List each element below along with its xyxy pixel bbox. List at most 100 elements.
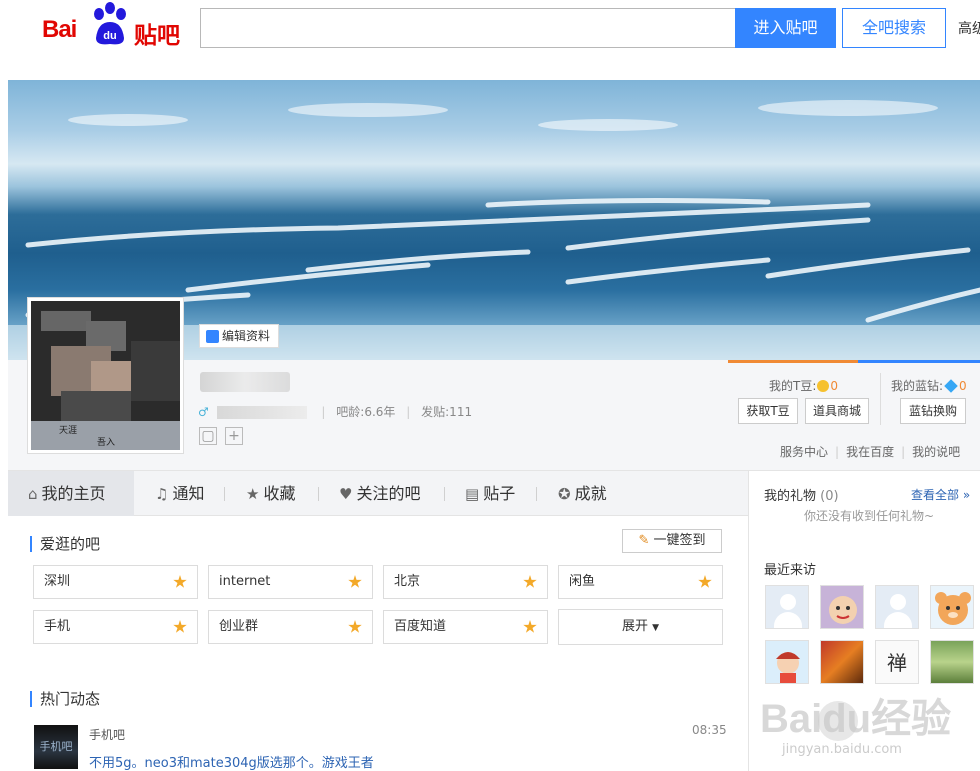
tdou-coin-icon — [817, 380, 830, 392]
medal-icon: ✪ — [558, 485, 571, 503]
tdou-balance: 我的T豆: 0 — [769, 377, 838, 394]
tab-my-home[interactable]: ⌂ 我的主页 — [8, 471, 134, 516]
pencil-icon: ✎ — [638, 533, 650, 548]
favorites-title: 爱逛的吧 — [30, 536, 100, 552]
tab-label: 成就 — [574, 484, 607, 503]
level-star-icon — [348, 575, 362, 588]
visitor-avatar[interactable]: 禅 — [875, 640, 919, 684]
home-icon: ⌂ — [28, 485, 38, 503]
watermark-url: jingyan.baidu.com — [782, 742, 902, 757]
forum-name: 深圳 — [44, 574, 71, 589]
visitor-avatar[interactable] — [820, 640, 864, 684]
forum-item[interactable]: 手机 — [33, 610, 198, 644]
divider — [536, 487, 537, 501]
baidu-tieba-logo[interactable]: Bai du 贴吧 — [42, 2, 182, 49]
forum-name: internet — [219, 574, 271, 589]
profile-badge-icons: ▢ + — [199, 427, 251, 445]
hot-feed-title: 热门动态 — [30, 691, 100, 707]
tdou-label: 我的T豆: — [769, 379, 817, 393]
logo-bai-text: Bai — [42, 16, 77, 43]
lanzuan-exchange-button[interactable]: 蓝钻换购 — [900, 398, 966, 424]
tab-label: 通知 — [172, 484, 205, 503]
gifts-count: (0) — [820, 489, 839, 504]
tab-label: 关注的吧 — [356, 484, 421, 503]
logo-tieba-text: 贴吧 — [134, 23, 180, 49]
forum-item[interactable]: 北京 — [383, 565, 548, 599]
badge-slot-icon[interactable]: ▢ — [199, 427, 217, 445]
username-blurred — [200, 372, 290, 392]
level-star-icon — [523, 620, 537, 633]
item-shop-button[interactable]: 道具商城 — [805, 398, 869, 424]
visitor-avatar[interactable] — [930, 640, 974, 684]
level-star-icon — [173, 620, 187, 633]
tab-notifications[interactable]: ♫ 通知 — [155, 471, 204, 516]
level-star-icon — [348, 620, 362, 633]
feed-headline-link[interactable]: 不用5g。neo3和mate304g版选那个。游戏王者 — [89, 752, 374, 771]
bear-icon — [935, 592, 971, 625]
divider — [880, 373, 881, 425]
tab-followed-forums[interactable]: ♥ 关注的吧 — [339, 471, 420, 516]
forum-item[interactable]: 深圳 — [33, 565, 198, 599]
lanzuan-balance: 我的蓝钻: 0 — [891, 377, 967, 394]
tab-label: 我的主页 — [41, 484, 106, 503]
avatar-caption-right: 吾入 — [97, 437, 115, 448]
forum-name: 手机 — [44, 619, 71, 634]
forum-name: 百度知道 — [394, 619, 447, 634]
divider — [318, 487, 319, 501]
lanzuan-label: 我的蓝钻: — [891, 379, 944, 393]
service-links: 服务中心 | 我在百度 | 我的说吧 — [780, 445, 961, 459]
edit-profile-label: 编辑资料 — [222, 329, 271, 343]
divider — [444, 487, 445, 501]
divider: | — [321, 405, 326, 419]
tab-favorites[interactable]: ★ 收藏 — [246, 471, 295, 516]
tab-posts[interactable]: ▤ 贴子 — [465, 471, 515, 516]
tab-label: 收藏 — [263, 484, 296, 503]
feed-source[interactable]: 手机吧 — [89, 726, 125, 743]
forum-name: 创业群 — [219, 619, 259, 634]
avatar[interactable]: 天涯 吾入 — [27, 297, 184, 454]
visitor-avatar[interactable] — [820, 585, 864, 629]
bell-icon: ♫ — [155, 485, 169, 503]
visitor-zen-text: 禅 — [887, 651, 907, 675]
gender-icon: ♂ — [198, 405, 209, 419]
add-badge-icon[interactable]: + — [225, 427, 243, 445]
one-click-sign-button[interactable]: ✎ 一键签到 — [622, 529, 722, 553]
see-all-gifts-link[interactable]: 查看全部 » — [911, 486, 970, 503]
blurred-field — [216, 406, 307, 419]
edit-profile-button[interactable]: 编辑资料 — [199, 324, 279, 348]
visitor-avatar[interactable] — [875, 585, 919, 629]
forum-item[interactable]: 闲鱼 — [558, 565, 723, 599]
visitor-avatar[interactable] — [930, 585, 974, 629]
visitor-avatar[interactable] — [765, 585, 809, 629]
feed-thumbnail[interactable]: 手机吧 — [34, 725, 78, 769]
avatar-photo-icon: 天涯 吾入 — [31, 301, 180, 450]
forum-item[interactable]: 百度知道 — [383, 610, 548, 644]
service-center-link[interactable]: 服务中心 — [780, 445, 828, 459]
my-shuoba-link[interactable]: 我的说吧 — [912, 445, 960, 459]
search-input[interactable] — [200, 8, 735, 48]
forum-item[interactable]: 创业群 — [208, 610, 373, 644]
enter-forum-button[interactable]: 进入贴吧 — [735, 8, 836, 48]
expand-button[interactable]: 展开 ▼ — [558, 609, 723, 645]
cartoon-girl-icon — [776, 652, 800, 683]
edit-icon — [206, 330, 219, 343]
search-all-button[interactable]: 全吧搜索 — [842, 8, 946, 48]
forum-item[interactable]: internet — [208, 565, 373, 599]
me-at-baidu-link[interactable]: 我在百度 — [846, 445, 894, 459]
profile-tabs: ⌂ 我的主页 ♫ 通知 ★ 收藏 ♥ 关注的吧 ▤ 贴子 ✪ 成就 — [8, 470, 748, 516]
recent-visitors-title: 最近来访 — [764, 563, 817, 578]
heart-icon: ♥ — [339, 485, 353, 503]
feed-time: 08:35 — [692, 723, 727, 737]
cartoon-face-icon — [829, 596, 857, 624]
avatar-caption-left: 天涯 — [59, 425, 77, 436]
tab-label: 贴子 — [483, 484, 516, 503]
avatar-image: 天涯 吾入 — [31, 301, 180, 450]
document-icon: ▤ — [465, 485, 480, 503]
get-tdou-button[interactable]: 获取T豆 — [738, 398, 798, 424]
profile-meta: ♂ | 吧龄:6.6年 | 发贴:111 — [198, 403, 472, 420]
divider: | — [406, 405, 411, 419]
tab-achievements[interactable]: ✪ 成就 — [558, 471, 607, 516]
visitor-avatar[interactable] — [765, 640, 809, 684]
top-bar: Bai du 贴吧 进入贴吧 全吧搜索 高级 — [0, 0, 980, 80]
advanced-search-link[interactable]: 高级 — [958, 18, 980, 38]
